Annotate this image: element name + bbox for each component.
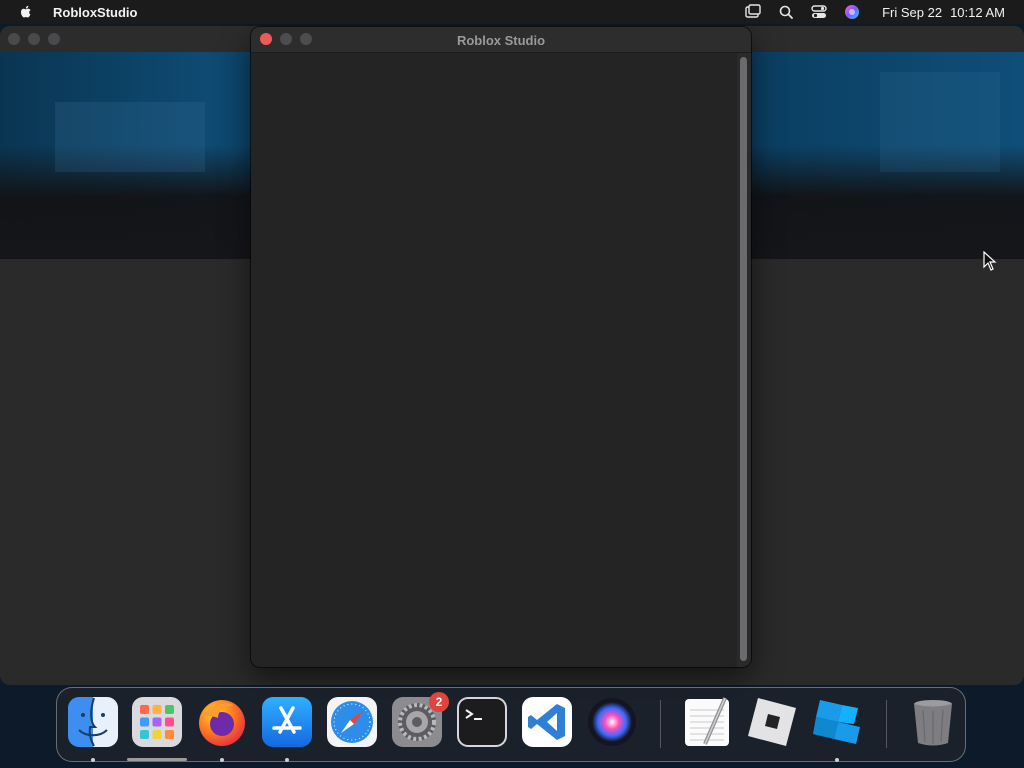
window-titlebar[interactable]: Roblox Studio — [251, 27, 751, 53]
roblox-studio-icon — [813, 700, 860, 744]
menu-bar: RobloxStudio Fri Sep 22 10:12 AM — [0, 0, 1024, 24]
dock-finder[interactable] — [67, 696, 119, 748]
roblox-studio-window: Roblox Studio — [251, 27, 751, 667]
launchpad-underline — [127, 758, 187, 761]
dock-siri[interactable] — [586, 696, 638, 748]
bg-minimize-button[interactable] — [28, 33, 40, 45]
dock-launchpad[interactable] — [131, 696, 183, 748]
dock: 2 — [56, 687, 966, 762]
running-indicator — [220, 758, 224, 762]
screen-mirroring-icon[interactable] — [744, 3, 762, 21]
running-indicator — [835, 758, 839, 762]
menubar-clock[interactable]: Fri Sep 22 10:12 AM — [882, 5, 1005, 20]
terminal-icon — [457, 697, 507, 747]
control-center-icon[interactable] — [810, 3, 828, 21]
finder-icon — [68, 697, 118, 747]
scrollbar-thumb[interactable] — [740, 57, 747, 661]
dock-textedit[interactable] — [681, 696, 733, 748]
clock-date: Fri Sep 22 — [882, 4, 943, 20]
clock-time: 10:12 AM — [950, 4, 1005, 20]
trash-icon — [914, 700, 952, 746]
vertical-scrollbar[interactable] — [737, 53, 751, 667]
siri-icon[interactable] — [843, 3, 861, 21]
dock-terminal[interactable] — [456, 696, 508, 748]
app-store-icon — [262, 697, 312, 747]
notification-badge: 2 — [429, 692, 449, 712]
dock-roblox-studio[interactable] — [810, 696, 862, 748]
dock-system-settings[interactable]: 2 — [391, 692, 449, 748]
roblox-icon — [748, 698, 796, 746]
bg-zoom-button[interactable] — [48, 33, 60, 45]
textedit-icon — [685, 697, 729, 746]
dock-safari[interactable] — [326, 696, 378, 748]
dock-roblox-player[interactable] — [746, 696, 798, 748]
active-app-name[interactable]: RobloxStudio — [53, 5, 138, 20]
running-indicator — [285, 758, 289, 762]
apple-icon[interactable] — [18, 4, 34, 20]
spotlight-search-icon[interactable] — [777, 3, 795, 21]
dock-firefox[interactable] — [196, 696, 248, 748]
mouse-cursor-icon — [983, 251, 997, 271]
launchpad-icon — [132, 697, 182, 747]
window-title: Roblox Studio — [456, 33, 546, 48]
dock-separator — [660, 700, 661, 748]
siri-icon — [588, 698, 636, 746]
running-indicator — [91, 758, 95, 762]
dock-app-store[interactable] — [261, 696, 313, 748]
bg-close-button[interactable] — [8, 33, 20, 45]
safari-icon — [327, 697, 377, 747]
firefox-icon — [199, 700, 245, 746]
dock-trash[interactable] — [907, 696, 959, 748]
dock-vscode[interactable] — [521, 696, 573, 748]
dock-separator — [886, 700, 887, 748]
vscode-icon — [522, 697, 572, 747]
